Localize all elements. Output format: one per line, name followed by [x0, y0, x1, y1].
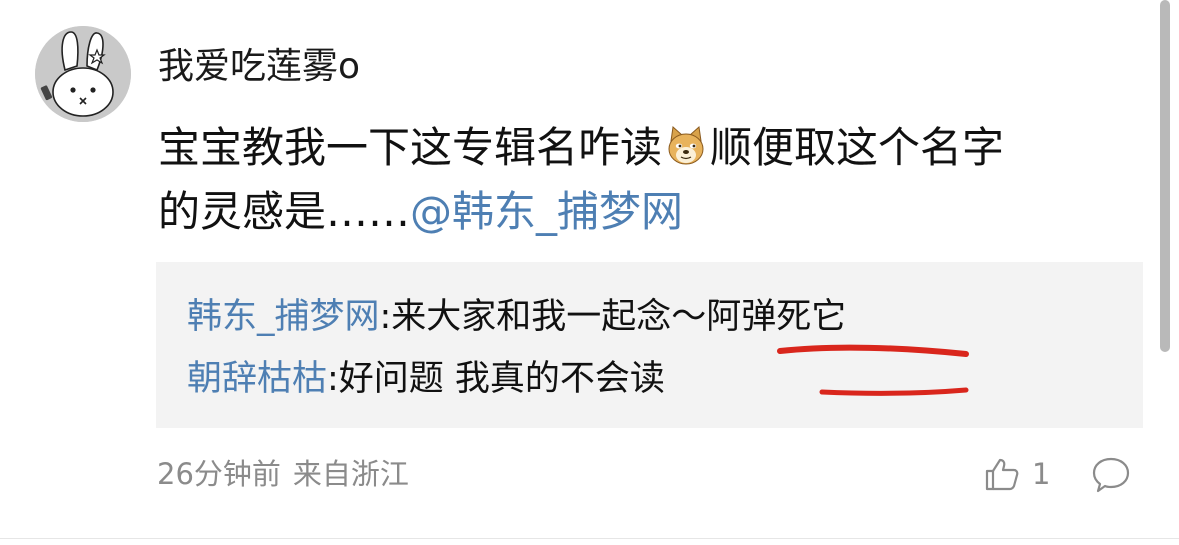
comment-text-part-1: 宝宝教我一下这专辑名咋读	[158, 123, 663, 172]
reply-box[interactable]: 韩东_捕梦网:来大家和我一起念～阿弹死它 朝辞枯枯:好问题 我真的不会读	[156, 262, 1143, 428]
comment-text-part-2: 顺便取这个名字	[710, 123, 1005, 172]
comment-line-1: 宝宝教我一下这专辑名咋读 顺便取这个名字	[158, 116, 1148, 180]
comment-meta: 26分钟前 来自浙江	[157, 452, 409, 496]
reply-author[interactable]: 韩东_捕梦网	[187, 297, 380, 337]
mention-link[interactable]: @韩东_捕梦网	[410, 187, 683, 236]
comment-bubble-icon	[1092, 457, 1130, 493]
username[interactable]: 我爱吃莲雾o	[158, 42, 360, 92]
reply-item[interactable]: 朝辞枯枯:好问题 我真的不会读	[187, 354, 665, 404]
reply-text: :好问题 我真的不会读	[327, 359, 665, 399]
thumbs-up-icon	[985, 458, 1019, 491]
comment-line-2: 的灵感是……@韩东_捕梦网	[158, 180, 1148, 244]
location: 来自浙江	[292, 457, 409, 491]
scrollbar[interactable]	[1160, 0, 1170, 352]
doge-emoji	[664, 122, 708, 166]
comment-button[interactable]	[1091, 455, 1131, 495]
reply-text: :来大家和我一起念～阿弹死它	[379, 297, 847, 337]
comment-text: 宝宝教我一下这专辑名咋读 顺便取这个名字 的灵感是……@韩东_捕梦网	[158, 116, 1148, 244]
like-button[interactable]: 1	[984, 452, 1050, 496]
comment-text-part-3: 的灵感是……	[158, 187, 411, 236]
divider	[0, 538, 1179, 539]
avatar[interactable]	[35, 26, 131, 122]
reply-item[interactable]: 韩东_捕梦网:来大家和我一起念～阿弹死它	[187, 292, 846, 342]
like-count: 1	[1032, 457, 1051, 491]
timestamp: 26分钟前	[157, 457, 281, 491]
reply-author[interactable]: 朝辞枯枯	[187, 359, 327, 399]
